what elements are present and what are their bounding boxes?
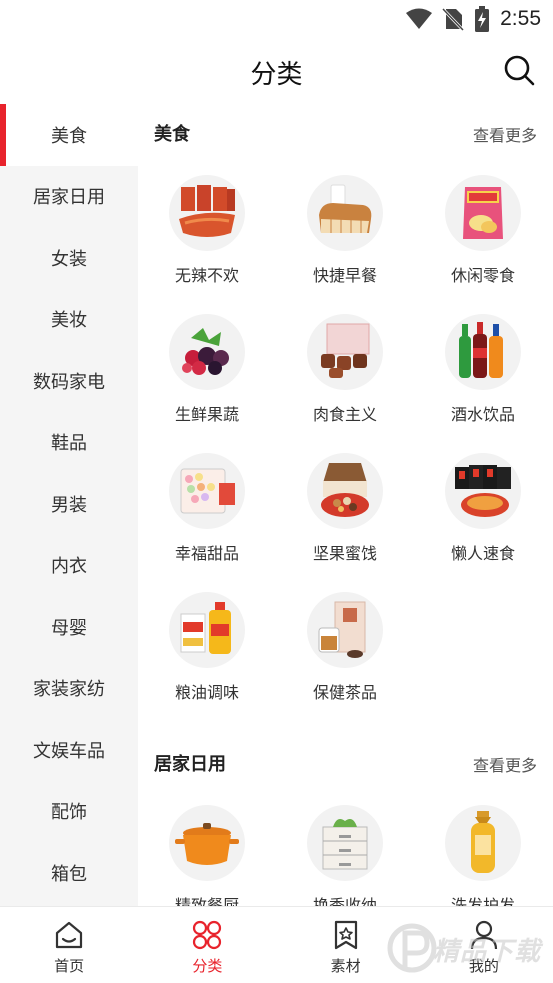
section-header: 美食 查看更多 — [138, 104, 553, 160]
subcategory-item[interactable]: 坚果蜜饯 — [276, 438, 414, 577]
search-icon[interactable] — [503, 54, 535, 86]
sidebar-item-home-textiles[interactable]: 家装家纺 — [0, 658, 138, 720]
watermark: 精品下载 — [387, 915, 547, 981]
drinks-bottles-icon — [459, 322, 503, 378]
subcategory-label: 洗发护发 — [451, 892, 515, 906]
section-title: 居家日用 — [154, 754, 226, 774]
shampoo-bottle-icon — [471, 811, 495, 873]
subcategory-label: 休闲零食 — [450, 268, 515, 285]
subcategory-label: 快捷早餐 — [312, 268, 377, 285]
sidebar-item-label: 居家日用 — [33, 187, 105, 208]
subcategory-item[interactable]: 洗发护发 — [414, 790, 552, 906]
sidebar-item-shoes[interactable]: 鞋品 — [0, 412, 138, 474]
subcategory-item[interactable]: 休闲零食 — [414, 160, 552, 299]
nav-category[interactable]: 分类 — [138, 907, 276, 983]
subcategory-label: 坚果蜜饯 — [312, 546, 377, 563]
berries-icon — [182, 328, 229, 375]
sidebar-item-underwear[interactable]: 内衣 — [0, 535, 138, 597]
subcategory-label: 粮油调味 — [174, 685, 239, 702]
sidebar-item-household[interactable]: 居家日用 — [0, 166, 138, 228]
sidebar-item-womens-clothing[interactable]: 女装 — [0, 227, 138, 289]
rice-oil-icon — [180, 602, 231, 654]
subcategory-label: 幸福甜品 — [174, 546, 239, 563]
bread-milk-icon — [319, 184, 372, 233]
subcategory-item[interactable]: 酒水饮品 — [414, 299, 552, 438]
status-bar: 2:55 — [0, 0, 553, 38]
battery-charging-icon — [475, 6, 490, 32]
sidebar-item-label: 母婴 — [51, 617, 87, 638]
subcategory-item[interactable]: 无辣不欢 — [138, 160, 276, 299]
nav-home[interactable]: 首页 — [0, 907, 138, 983]
category-sidebar: 美食 居家日用 女装 美妆 数码家电 鞋品 男装 内衣 母婴 家装家纺 文娱车品… — [0, 104, 138, 906]
subcategory-grid: 无辣不欢 快捷早餐 休闲零食 生鲜果蔬 肉食主义 酒水饮品 幸福甜品 坚果蜜饯 … — [138, 160, 553, 716]
sidebar-item-entertainment-car[interactable]: 文娱车品 — [0, 719, 138, 781]
sidebar-item-label: 配饰 — [51, 802, 87, 823]
sidebar-item-label: 美妆 — [51, 310, 87, 331]
spicy-snack-icon — [179, 185, 235, 237]
sidebar-item-makeup[interactable]: 美妆 — [0, 289, 138, 351]
subcategory-item[interactable]: 生鲜果蔬 — [138, 299, 276, 438]
sidebar-item-accessories[interactable]: 配饰 — [0, 781, 138, 843]
subcategory-label: 酒水饮品 — [450, 407, 515, 424]
category-icon — [193, 920, 222, 950]
subcategory-grid: 精致餐厨 换季收纳 洗发护发 — [138, 790, 553, 906]
subcategory-label: 换季收纳 — [313, 892, 377, 906]
sidebar-item-label: 数码家电 — [33, 371, 105, 392]
sidebar-item-label: 鞋品 — [51, 433, 87, 454]
status-time: 2:55 — [500, 7, 541, 30]
page-title: 分类 — [250, 59, 303, 89]
sidebar-item-baby[interactable]: 母婴 — [0, 596, 138, 658]
tea-box-icon — [318, 601, 366, 658]
sidebar-item-electronics[interactable]: 数码家电 — [0, 350, 138, 412]
sidebar-item-label: 美食 — [51, 125, 87, 146]
subcategory-item[interactable]: 换季收纳 — [276, 790, 414, 906]
subcategory-label: 无辣不欢 — [174, 268, 239, 285]
meat-box-icon — [321, 323, 370, 378]
subcategory-item[interactable]: 肉食主义 — [276, 299, 414, 438]
sidebar-item-food[interactable]: 美食 — [0, 104, 138, 166]
no-sim-icon — [442, 7, 465, 31]
bookmark-star-icon — [334, 920, 357, 950]
nav-label: 素材 — [330, 958, 361, 975]
subcategory-label: 肉食主义 — [312, 407, 377, 424]
watermark-logo-icon — [387, 923, 437, 973]
nav-label: 分类 — [192, 958, 223, 975]
nav-label: 首页 — [54, 958, 85, 975]
subcategory-label: 保健茶品 — [312, 685, 377, 702]
sidebar-item-label: 文娱车品 — [33, 740, 105, 761]
subcategory-item[interactable]: 懒人速食 — [414, 438, 552, 577]
wifi-icon — [406, 8, 433, 29]
sidebar-item-label: 家装家纺 — [33, 679, 105, 700]
subcategory-item[interactable]: 精致餐厨 — [138, 790, 276, 906]
nuts-box-icon — [321, 463, 369, 517]
status-icons: 2:55 — [406, 6, 541, 32]
sidebar-item-label: 箱包 — [51, 863, 87, 884]
watermark-text: 精品下载 — [433, 936, 542, 966]
pot-icon — [175, 823, 239, 865]
subcategory-label: 懒人速食 — [450, 546, 515, 563]
subcategory-item[interactable]: 粮油调味 — [138, 577, 276, 716]
sidebar-item-label: 男装 — [51, 494, 87, 515]
sidebar-item-bags[interactable]: 箱包 — [0, 842, 138, 904]
subcategory-item[interactable]: 保健茶品 — [276, 577, 414, 716]
sidebar-item-label: 女装 — [51, 248, 87, 269]
subcategory-item[interactable]: 幸福甜品 — [138, 438, 276, 577]
subcategory-item[interactable]: 快捷早餐 — [276, 160, 414, 299]
category-content: 美食 查看更多 无辣不欢 快捷早餐 休闲零食 生鲜果蔬 肉食主义 酒水饮品 幸福… — [138, 104, 553, 906]
see-more-link[interactable]: 查看更多 — [473, 122, 537, 146]
instant-noodles-icon — [455, 465, 511, 517]
storage-drawer-icon — [322, 819, 368, 870]
chips-bag-icon — [463, 187, 503, 239]
sidebar-item-mens-clothing[interactable]: 男装 — [0, 473, 138, 535]
header: 分类 — [0, 38, 553, 104]
see-more-link[interactable]: 查看更多 — [473, 752, 537, 776]
section-title: 美食 — [154, 124, 190, 144]
macaron-box-icon — [180, 468, 235, 514]
subcategory-label: 生鲜果蔬 — [174, 407, 239, 424]
subcategory-label: 精致餐厨 — [175, 892, 239, 906]
sidebar-item-label: 内衣 — [51, 556, 87, 577]
home-icon — [56, 921, 83, 949]
section-header: 居家日用 查看更多 — [138, 734, 553, 790]
